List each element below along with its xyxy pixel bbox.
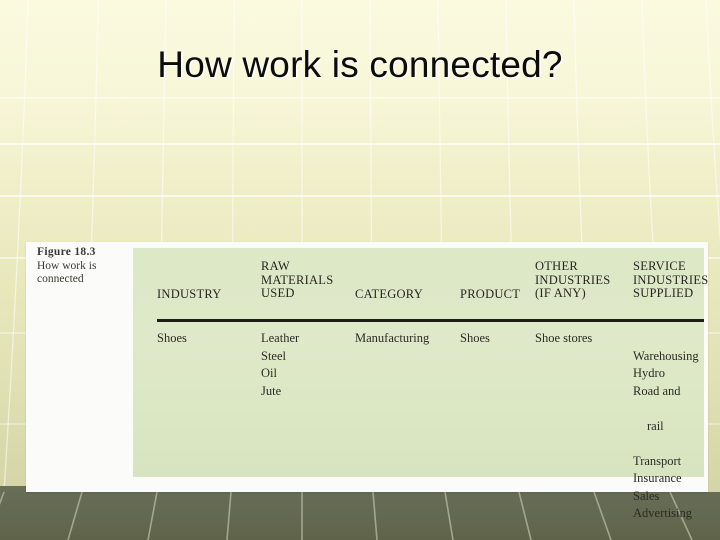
cell-category: Manufacturing: [355, 331, 430, 345]
slide: How work is connected? Figure 18.3 How w…: [0, 0, 720, 540]
figure-image: Figure 18.3 How work is connected INDUST…: [26, 242, 708, 520]
service-list-rest: Transport Insurance Sales Advertising: [633, 453, 693, 521]
figure-caption-text: How work is connected: [37, 259, 97, 286]
service-list-indent: rail: [647, 418, 664, 433]
cell-industry: Shoes: [157, 331, 187, 345]
column-header-service-industries-supplied: SERVICE INDUSTRIES SUPPLIED: [633, 259, 709, 300]
column-header-product: PRODUCT: [460, 287, 521, 301]
cell-service-industries-supplied: Warehousing Hydro Road and rail Transpor…: [633, 330, 699, 523]
figure-caption: Figure 18.3 How work is connected: [37, 246, 137, 287]
figure-table-panel: INDUSTRY RAW MATERIALS USED CATEGORY PRO…: [133, 248, 708, 520]
bottom-band-grid: [0, 491, 693, 540]
bottom-band: [0, 491, 720, 540]
page-title: How work is connected?: [157, 44, 563, 85]
service-list-top: Warehousing Hydro Road and: [633, 348, 699, 398]
table-header-rule: [157, 319, 704, 322]
column-header-raw-materials-used: RAW MATERIALS USED: [261, 259, 334, 300]
column-header-other-industries: OTHER INDUSTRIES (IF ANY): [535, 259, 611, 300]
column-header-industry: INDUSTRY: [157, 287, 222, 301]
cell-raw-materials-used: Leather Steel Oil Jute: [261, 331, 300, 398]
cell-other-industries: Shoe stores: [535, 331, 593, 345]
connections-table: INDUSTRY RAW MATERIALS USED CATEGORY PRO…: [133, 248, 708, 520]
column-header-category: CATEGORY: [355, 287, 423, 301]
figure-caption-title: Figure 18.3: [37, 246, 96, 258]
cell-product: Shoes: [460, 331, 490, 345]
